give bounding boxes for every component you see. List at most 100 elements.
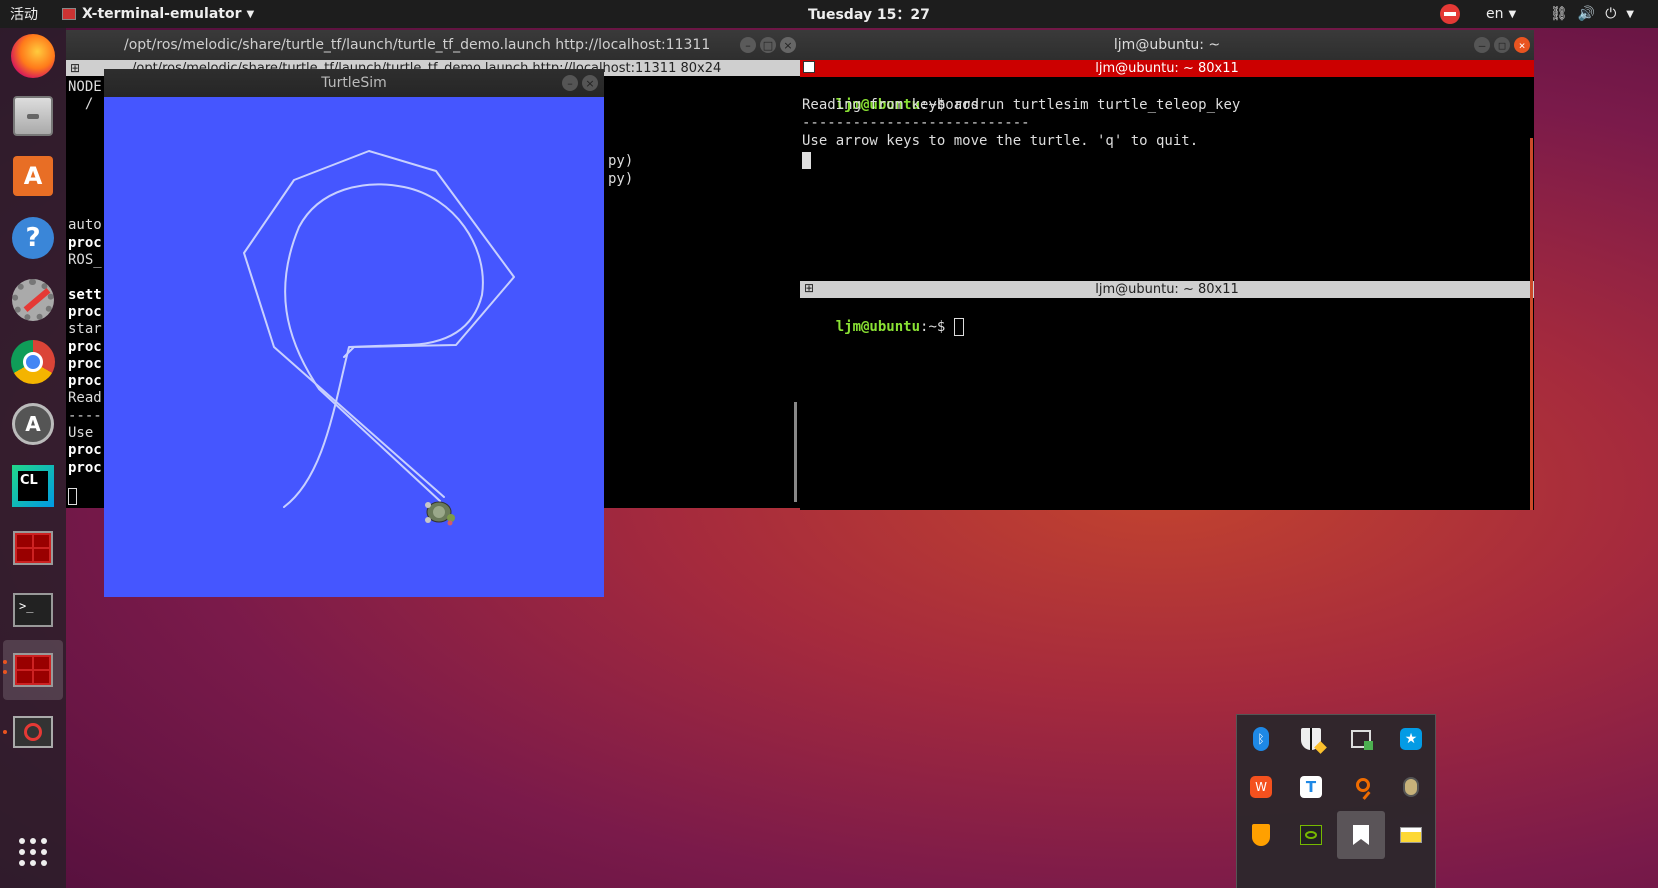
- prompt-user: ljm@ubuntu: [835, 319, 921, 335]
- pane1-title: ljm@ubuntu: ~ 80x11: [1095, 61, 1239, 76]
- pane-grid-icon: ⊞: [70, 61, 81, 75]
- do-not-disturb-icon[interactable]: [1440, 0, 1460, 28]
- nvidia-icon[interactable]: [1295, 819, 1327, 851]
- pane1-title-bar[interactable]: ljm@ubuntu: ~ 80x11: [800, 60, 1534, 77]
- bookmark-icon[interactable]: [1337, 811, 1385, 859]
- terminal-line: sett: [68, 286, 102, 303]
- terminal-cursor: [68, 488, 77, 505]
- bug-icon[interactable]: [1395, 771, 1427, 803]
- command-text: rosrun turtlesim turtle_teleop_key: [953, 97, 1241, 113]
- files-icon[interactable]: [9, 92, 57, 140]
- maximize-button[interactable]: □: [760, 37, 776, 53]
- dock: A ? A CL >_: [0, 28, 66, 888]
- minimize-button[interactable]: –: [1474, 37, 1490, 53]
- network-icon: ⛓: [1550, 6, 1568, 22]
- language-selector[interactable]: en ▼: [1486, 0, 1516, 28]
- clock[interactable]: Tuesday 15：27: [808, 0, 930, 28]
- minimize-button[interactable]: –: [562, 75, 578, 91]
- running-indicator: [3, 670, 7, 674]
- activities-button[interactable]: 活动: [10, 0, 38, 28]
- terminal-line: proc: [68, 355, 102, 372]
- right-terminal-title: ljm@ubuntu: ~: [1113, 37, 1221, 53]
- pane-grid-icon: [803, 61, 815, 73]
- terminal-line: proc: [68, 338, 102, 355]
- terminal-line: star: [68, 321, 102, 338]
- chevron-down-icon: ▼: [246, 8, 255, 20]
- left-terminal-titlebar[interactable]: /opt/ros/melodic/share/turtle_tf/launch/…: [66, 30, 800, 60]
- terminal-cursor: [802, 152, 811, 169]
- terminal-cursor: [953, 318, 964, 336]
- pane2-command-line[interactable]: ljm@ubuntu:~$: [802, 300, 964, 354]
- terminal-icon[interactable]: >_: [9, 586, 57, 634]
- chrome-icon[interactable]: [9, 338, 57, 386]
- scrollbar[interactable]: [794, 402, 797, 502]
- close-button[interactable]: ×: [780, 37, 796, 53]
- chevron-down-icon: ▼: [1508, 8, 1517, 20]
- terminal-fragment: py): [608, 153, 634, 169]
- pane2-scrollbar[interactable]: [1530, 150, 1533, 510]
- shield-warning-icon[interactable]: [1295, 723, 1327, 755]
- terminal-line: Use: [68, 425, 102, 441]
- terminal-app-icon: [62, 8, 76, 20]
- minimize-button[interactable]: –: [740, 37, 756, 53]
- terminal-line: proc: [68, 459, 102, 476]
- window-icon[interactable]: [1395, 819, 1427, 851]
- star-app-icon[interactable]: ★: [1395, 723, 1427, 755]
- app-menu[interactable]: X-terminal-emulator ▼: [62, 0, 254, 28]
- terminal-line: proc: [68, 373, 102, 390]
- output-line: ---------------------------: [802, 115, 1030, 131]
- terminal-line: proc: [68, 303, 102, 320]
- software-center-icon[interactable]: A: [9, 152, 57, 200]
- pane2-title: ljm@ubuntu: ~ 80x11: [1095, 282, 1239, 297]
- app-grid-icon[interactable]: [9, 828, 57, 876]
- right-terminal-titlebar[interactable]: ljm@ubuntu: ~: [800, 30, 1534, 60]
- turtlesim-title: TurtleSim: [321, 75, 387, 91]
- language-label: en: [1486, 6, 1504, 22]
- pane-grid-icon: ⊞: [804, 281, 815, 295]
- terminal-line: ----: [68, 407, 102, 424]
- terminal-line: proc: [68, 234, 102, 251]
- clion-icon[interactable]: CL: [9, 462, 57, 510]
- turtle-icon: [422, 495, 456, 529]
- help-icon[interactable]: ?: [9, 214, 57, 262]
- prompt-path: :~$: [920, 319, 954, 335]
- chevron-down-icon: ▼: [1626, 8, 1634, 20]
- tray-popup: ᛒ ★ W T: [1236, 714, 1436, 888]
- vpn-shield-icon[interactable]: [1245, 819, 1277, 851]
- software-updater-icon[interactable]: A: [9, 400, 57, 448]
- wps-icon[interactable]: W: [1245, 771, 1277, 803]
- app-menu-label: X-terminal-emulator: [82, 6, 242, 22]
- maximize-button[interactable]: □: [1494, 37, 1510, 53]
- terminal-line: ROS_: [68, 252, 102, 268]
- bluetooth-icon[interactable]: ᛒ: [1245, 723, 1277, 755]
- pane2-title-bar[interactable]: ⊞ ljm@ubuntu: ~ 80x11: [800, 281, 1534, 298]
- running-indicator: [3, 730, 7, 734]
- terminal-line: auto: [68, 217, 102, 234]
- turtlesim-titlebar[interactable]: TurtleSim: [104, 69, 604, 97]
- close-button[interactable]: ×: [1514, 37, 1530, 53]
- turtle-trail: [243, 150, 515, 508]
- search-orange-icon[interactable]: [1345, 771, 1377, 803]
- terminal-line: proc: [68, 442, 102, 459]
- volume-icon: 🔊: [1577, 6, 1596, 22]
- system-menu[interactable]: ⛓ 🔊 ⏻ ▼: [1550, 0, 1634, 28]
- turtlesim-window[interactable]: TurtleSim – ×: [104, 69, 604, 597]
- close-button[interactable]: ×: [582, 75, 598, 91]
- terminal-line: /: [68, 96, 94, 113]
- top-bar: 活动 X-terminal-emulator ▼ Tuesday 15：27 e…: [0, 0, 1658, 28]
- firefox-icon[interactable]: [9, 32, 57, 80]
- left-terminal-title: /opt/ros/melodic/share/turtle_tf/launch/…: [124, 37, 711, 53]
- settings-icon[interactable]: [9, 276, 57, 324]
- output-line: Reading from keyboard: [802, 97, 980, 113]
- error-app-icon[interactable]: [9, 708, 57, 756]
- terminator-icon[interactable]: [9, 524, 57, 572]
- terminal-line: Read: [68, 390, 102, 407]
- power-icon: ⏻: [1605, 6, 1617, 22]
- turtle-canvas[interactable]: [104, 97, 604, 597]
- teamviewer-icon[interactable]: T: [1295, 771, 1327, 803]
- screen-share-icon[interactable]: [1345, 723, 1377, 755]
- right-terminal-window[interactable]: ljm@ubuntu: ~ – □ × ljm@ubuntu: ~ 80x11 …: [800, 30, 1534, 510]
- terminator-active-icon[interactable]: [9, 646, 57, 694]
- output-line: Use arrow keys to move the turtle. 'q' t…: [802, 133, 1199, 149]
- terminal-line: NODE: [68, 79, 102, 95]
